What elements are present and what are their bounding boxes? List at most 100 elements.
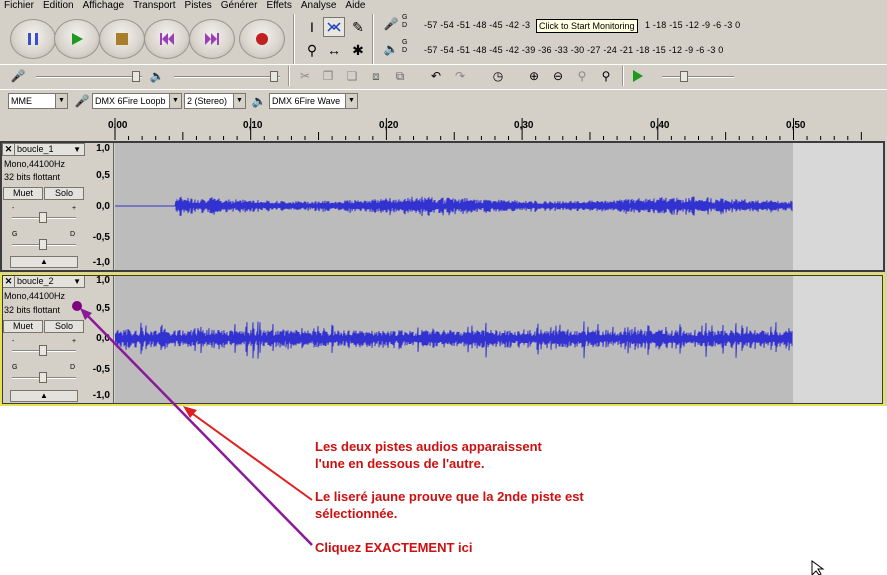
sync-lock-button[interactable]: ◷ — [488, 67, 508, 85]
fit-selection-button[interactable]: ⚲ — [572, 67, 592, 85]
stop-icon — [116, 33, 128, 45]
chevron-down-icon: ▼ — [233, 94, 245, 108]
draw-tool[interactable]: ✎ — [347, 17, 369, 37]
silence-icon: ⧉ — [395, 68, 405, 83]
menu-effets[interactable]: Effets — [262, 0, 296, 12]
play-button[interactable] — [54, 19, 100, 59]
output-device-value: DMX 6Fire Wave — [272, 96, 341, 106]
paste-button[interactable]: ❏ — [342, 67, 362, 85]
play-speed-track[interactable] — [662, 76, 734, 78]
silence-button[interactable]: ⧉ — [390, 67, 410, 85]
audio-track-2[interactable]: ✕ boucle_2 ▼ Mono,44100Hz 32 bits flotta… — [0, 273, 887, 406]
record-meter-scale-tail[interactable]: 1 -18 -15 -12 -9 -6 -3 0 — [645, 20, 740, 30]
channels-select[interactable]: 2 (Stereo) ▼ — [184, 93, 246, 109]
trim-icon: ⧈ — [372, 68, 380, 83]
speaker-icon: 🔈 — [383, 42, 399, 56]
cut-button[interactable]: ✂ — [295, 67, 315, 85]
ruler-label: 0,30 — [514, 120, 534, 131]
zoom-tool[interactable]: ⚲ — [301, 40, 323, 60]
record-meter-scale[interactable]: -57 -54 -51 -48 -45 -42 -3 — [424, 20, 530, 30]
menu-bar: Fichier Edition Affichage Transport Pist… — [0, 0, 887, 12]
skip-end-icon — [205, 33, 219, 45]
asterisk-icon: ✱ — [352, 41, 364, 58]
play-meter-button[interactable]: 🔈 — [381, 40, 401, 58]
fit-selection-icon: ⚲ — [577, 69, 587, 83]
play-at-speed-button[interactable] — [628, 67, 648, 85]
menu-affichage[interactable]: Affichage — [79, 0, 130, 12]
play-speed-slider[interactable] — [680, 71, 688, 82]
output-volume-track[interactable] — [174, 76, 280, 78]
input-volume-icon: 🎤 — [10, 69, 26, 83]
skip-start-button[interactable] — [144, 19, 190, 59]
chevron-down-icon: ▼ — [55, 94, 67, 108]
menu-aide[interactable]: Aide — [341, 0, 370, 12]
ruler-label: 0,50 — [786, 120, 806, 131]
timeshift-tool[interactable]: ↔ — [323, 40, 345, 60]
i-beam-icon: I — [310, 19, 314, 35]
channels-value: 2 (Stereo) — [187, 96, 228, 106]
input-device-value: DMX 6Fire Loopb — [95, 96, 166, 106]
input-volume-slider[interactable] — [132, 71, 140, 82]
skip-start-icon — [160, 33, 174, 45]
red-arrow — [185, 408, 313, 501]
output-volume-slider[interactable] — [270, 71, 278, 82]
ruler-label: 0,20 — [379, 120, 399, 131]
record-icon — [256, 33, 268, 45]
menu-pistes[interactable]: Pistes — [181, 0, 217, 12]
annotation-click-text: Cliquez EXACTEMENT ici — [315, 540, 473, 555]
track-selection-border — [0, 273, 885, 406]
record-meter-channels: GD — [402, 14, 408, 29]
toolbar-separator — [622, 66, 624, 86]
chevron-down-icon: ▼ — [345, 94, 357, 108]
host-select[interactable]: MME ▼ — [8, 93, 68, 109]
play-icon — [72, 33, 83, 45]
stop-button[interactable] — [99, 19, 145, 59]
annotation-tracks-text: Les deux pistes audios apparaissent l'un… — [315, 439, 542, 471]
zoom-out-icon: ⊖ — [552, 69, 564, 83]
track-border — [0, 141, 885, 272]
redo-button[interactable]: ↷ — [450, 67, 470, 85]
ruler-ticks — [114, 118, 862, 140]
double-arrow-icon: ↔ — [327, 42, 341, 58]
trim-button[interactable]: ⧈ — [366, 67, 386, 85]
fit-project-icon: ⚲ — [601, 69, 611, 83]
skip-end-button[interactable] — [189, 19, 235, 59]
envelope-tool[interactable] — [323, 17, 345, 37]
output-device-select[interactable]: DMX 6Fire Wave ▼ — [269, 93, 358, 109]
clock-icon: ◷ — [492, 69, 504, 83]
menu-fichier[interactable]: Fichier — [0, 0, 39, 12]
audacity-window: Fichier Edition Affichage Transport Pist… — [0, 0, 887, 406]
undo-button[interactable]: ↶ — [426, 67, 446, 85]
input-volume-track[interactable] — [36, 76, 142, 78]
menu-analyse[interactable]: Analyse — [297, 0, 342, 12]
play-meter-scale[interactable]: -57 -54 -51 -48 -45 -42 -39 -36 -33 -30 … — [424, 45, 723, 55]
input-device-icon: 🎤 — [74, 94, 90, 108]
copy-button[interactable]: ❐ — [318, 67, 338, 85]
fit-project-button[interactable]: ⚲ — [596, 67, 616, 85]
pencil-icon: ✎ — [352, 18, 364, 35]
envelope-icon — [327, 22, 341, 32]
menu-transport[interactable]: Transport — [129, 0, 180, 12]
selection-tool[interactable]: I — [301, 17, 323, 37]
magnifier-icon: ⚲ — [306, 41, 318, 58]
menu-edition[interactable]: Edition — [39, 0, 79, 12]
audio-track-1[interactable]: ✕ boucle_1 ▼ Mono,44100Hz 32 bits flotta… — [0, 141, 887, 272]
output-device-icon: 🔈 — [251, 94, 267, 108]
multi-tool[interactable]: ✱ — [347, 40, 369, 60]
play-icon — [633, 70, 643, 82]
zoom-in-button[interactable]: ⊕ — [524, 67, 544, 85]
zoom-out-button[interactable]: ⊖ — [548, 67, 568, 85]
timeline-ruler[interactable]: 0,00 0,10 0,20 0,30 0,40 0,50 — [0, 116, 887, 140]
toolbar-separator — [372, 14, 374, 64]
pause-button[interactable] — [10, 19, 56, 59]
annotation-selection-text: Le liseré jaune prouve que la 2nde piste… — [315, 489, 584, 521]
ruler-label: 0,00 — [108, 120, 128, 131]
record-meter-button[interactable]: 🎤 — [381, 15, 401, 33]
output-volume-icon: 🔈 — [149, 69, 165, 83]
redo-icon: ↷ — [454, 69, 466, 83]
input-device-select[interactable]: DMX 6Fire Loopb ▼ — [92, 93, 182, 109]
play-meter-channels: GD — [402, 39, 408, 54]
record-button[interactable] — [239, 19, 285, 59]
menu-generer[interactable]: Générer — [217, 0, 263, 12]
mouse-cursor — [811, 560, 825, 575]
